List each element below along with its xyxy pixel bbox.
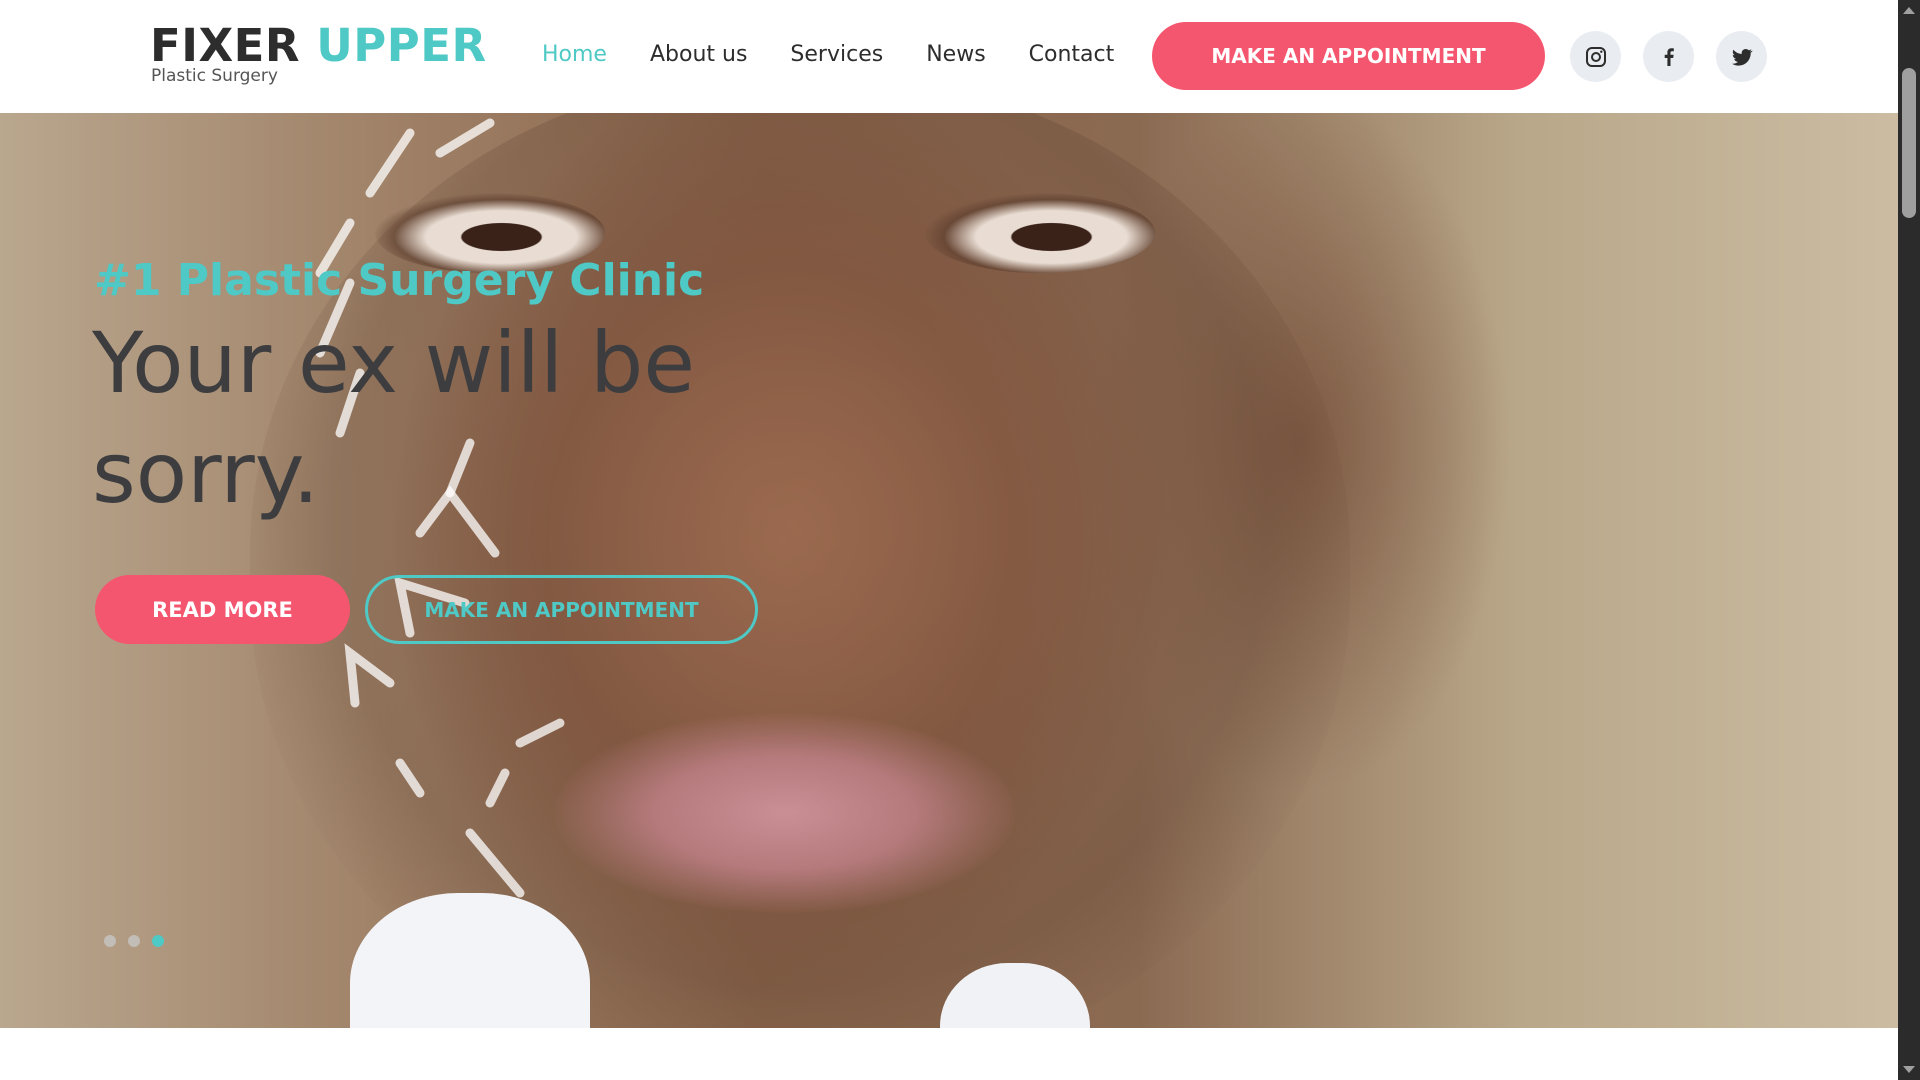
twitter-icon [1731, 48, 1753, 66]
facebook-icon [1664, 47, 1674, 66]
hero-kicker: #1 Plastic Surgery Clinic [94, 255, 705, 306]
hero-banner: #1 Plastic Surgery Clinic Your ex will b… [0, 113, 1898, 1028]
nav-item-home[interactable]: Home [542, 38, 607, 72]
logo[interactable]: FIXER UPPER Plastic Surgery [150, 20, 487, 87]
scroll-up-arrow-icon[interactable] [1903, 7, 1915, 14]
nav-item-contact[interactable]: Contact [1029, 38, 1115, 72]
site-header: FIXER UPPER Plastic Surgery Home About u… [0, 0, 1898, 113]
nav-item-news[interactable]: News [926, 38, 985, 72]
facebook-button[interactable] [1643, 31, 1694, 82]
hero-title: Your ex will be sorry. [92, 314, 696, 522]
logo-name-part2: UPPER [316, 19, 487, 72]
hero-appointment-button[interactable]: MAKE AN APPOINTMENT [365, 575, 758, 644]
slider-dot-2[interactable] [128, 935, 140, 947]
main-nav: Home About us Services News Contact [542, 38, 1157, 72]
twitter-button[interactable] [1716, 31, 1767, 82]
slider-dots [104, 935, 164, 947]
slider-dot-1[interactable] [104, 935, 116, 947]
nav-item-about-us[interactable]: About us [650, 38, 747, 72]
hero-image-eye-right [925, 193, 1155, 273]
scrollbar-thumb[interactable] [1902, 68, 1916, 218]
instagram-icon [1585, 46, 1606, 67]
instagram-button[interactable] [1570, 31, 1621, 82]
logo-name-part1: FIXER [150, 19, 301, 72]
scroll-down-arrow-icon[interactable] [1903, 1066, 1915, 1073]
make-appointment-button[interactable]: MAKE AN APPOINTMENT [1152, 22, 1545, 90]
page-scrollbar[interactable] [1898, 0, 1920, 1080]
read-more-button[interactable]: READ MORE [95, 575, 350, 644]
nav-item-services[interactable]: Services [790, 38, 883, 72]
slider-dot-3[interactable] [152, 935, 164, 947]
logo-title: FIXER UPPER [150, 20, 487, 72]
